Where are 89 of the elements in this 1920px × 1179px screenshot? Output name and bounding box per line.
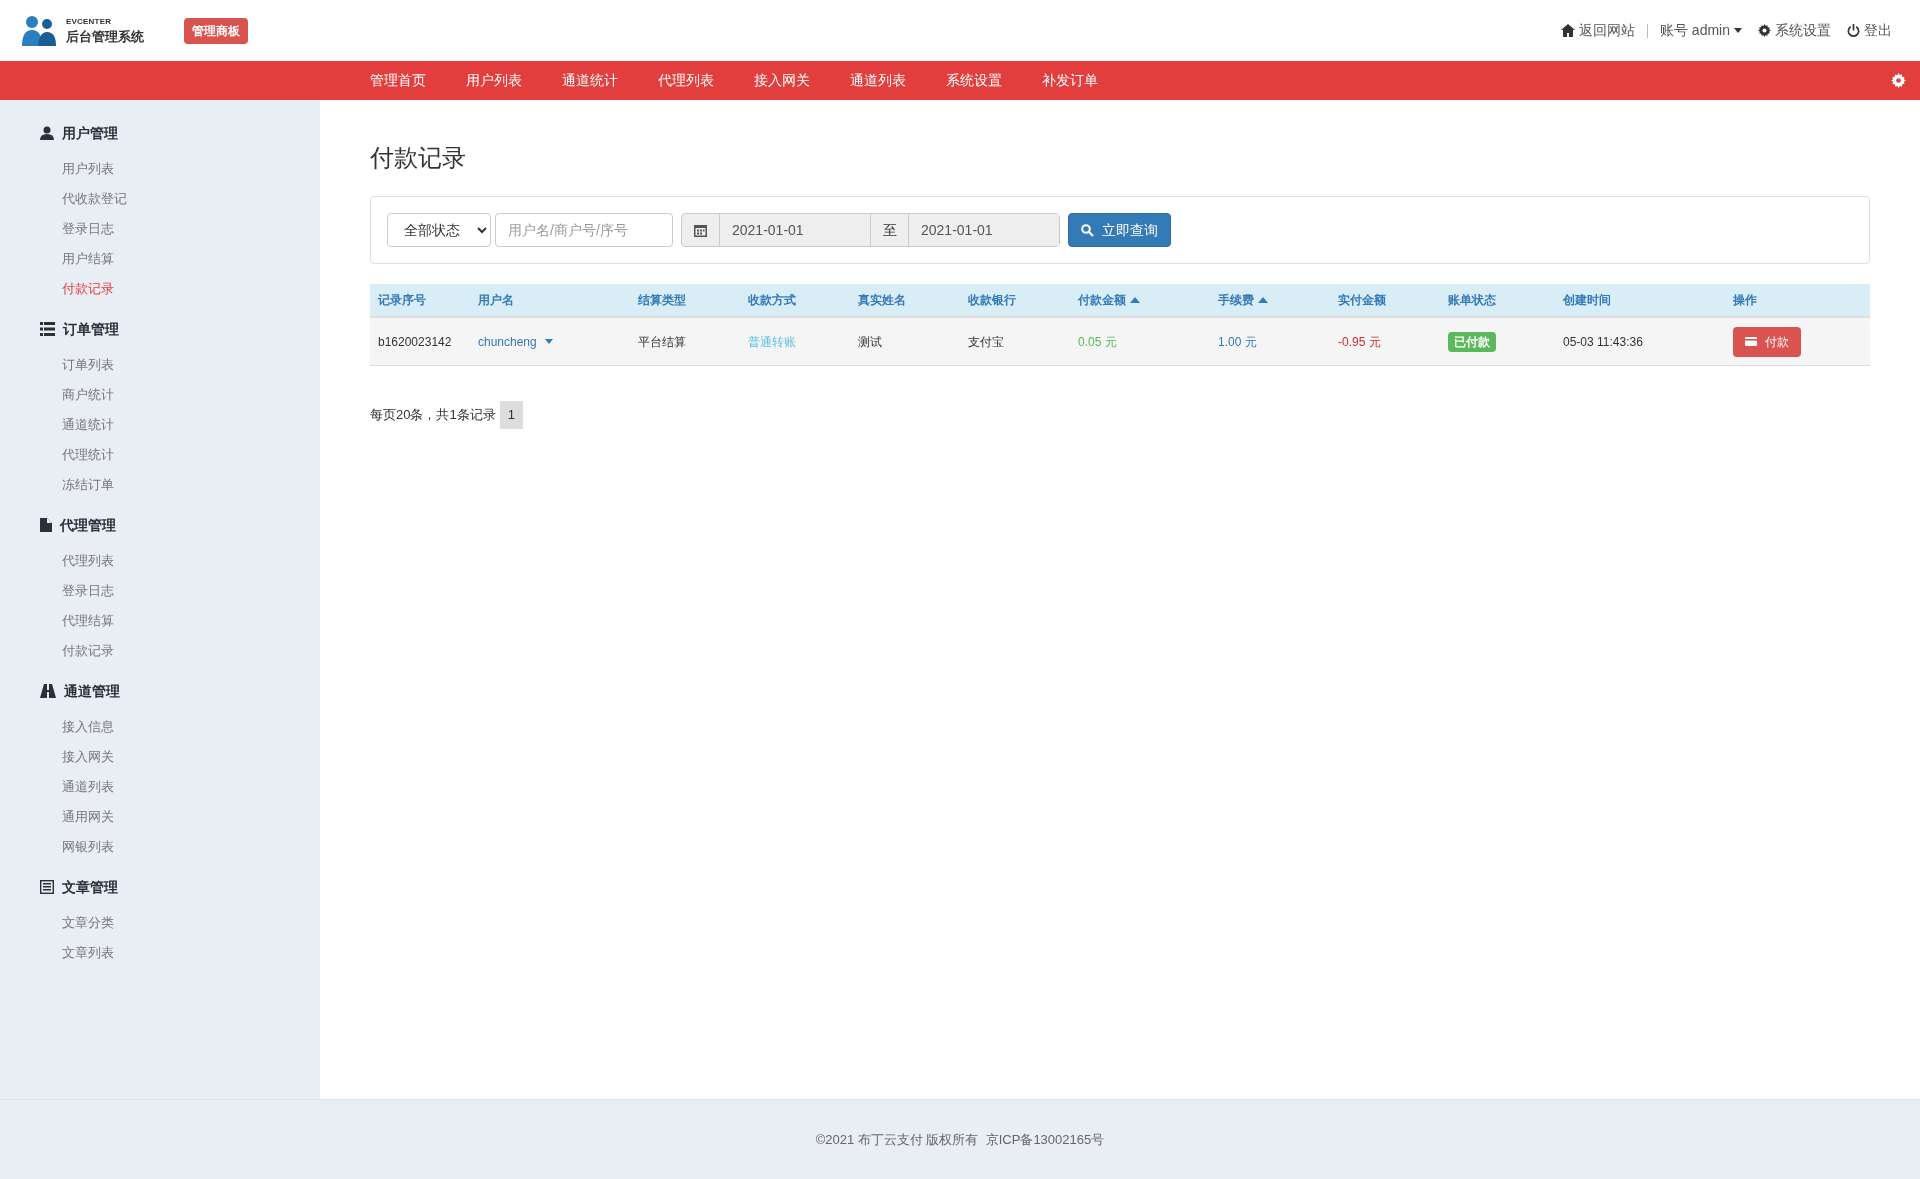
file-icon [40,518,52,532]
sidebar-item[interactable]: 通道统计 [0,410,320,440]
page-button[interactable]: 1 [499,401,523,429]
table-cell: 测试 [858,334,882,349]
sidebar-item[interactable]: 代收款登记 [0,184,320,214]
top-link[interactable]: 账号 admin [1651,20,1750,41]
search-icon [1081,223,1094,237]
sidebar-section-title: 代理管理 [60,515,116,535]
table-cell: 0.05 元 [1078,334,1117,349]
sidebar-item[interactable]: 登录日志 [0,576,320,606]
column-header: 创建时间 [1563,292,1611,309]
status-badge: 已付款 [1448,331,1496,352]
column-header[interactable]: 手续费 [1218,291,1268,309]
sidebar-item[interactable]: 代理统计 [0,440,320,470]
sort-ascending-icon [1130,297,1140,303]
search-button[interactable]: 立即查询 [1068,213,1171,247]
status-select[interactable]: 全部状态 [387,213,491,247]
sidebar-item[interactable]: 付款记录 [0,274,320,304]
column-header: 实付金额 [1338,292,1386,309]
sidebar-item[interactable]: 冻结订单 [0,470,320,500]
sidebar-item[interactable]: 登录日志 [0,214,320,244]
column-header: 结算类型 [638,292,686,309]
search-field[interactable]: 用户名/商户号/序号 [495,213,673,247]
sidebar-item[interactable]: 订单列表 [0,350,320,380]
nav-link[interactable]: 接入网关 [734,70,830,91]
sidebar-item[interactable]: 接入网关 [0,742,320,772]
column-header[interactable]: 付款金额 [1078,291,1140,309]
table-cell: 1.00 元 [1218,334,1257,349]
sidebar-item[interactable]: 通道列表 [0,772,320,802]
logo-icon [20,13,58,48]
power-icon [1847,24,1860,37]
sidebar-item[interactable]: 代理结算 [0,606,320,636]
calendar-icon [694,223,707,237]
table-cell: -0.95 元 [1338,334,1381,349]
date-range-field[interactable]: 2021-01-01 至 2021-01-01 [681,213,1060,247]
sidebar-section-title: 用户管理 [62,123,118,143]
column-header: 操作 [1733,292,1757,309]
top-link[interactable]: 登出 [1839,20,1900,41]
brand-tagline: EVCENTER [66,18,113,26]
sidebar-item[interactable]: 用户结算 [0,244,320,274]
table-cell: 05-03 11:43:36 [1563,334,1643,349]
settings-icon [1758,24,1771,37]
sidebar-item[interactable]: 文章列表 [0,938,320,968]
column-header: 真实姓名 [858,292,906,309]
document-icon [40,880,54,894]
sidebar-item[interactable]: 商户统计 [0,380,320,410]
settings-icon[interactable] [1891,73,1906,88]
username-link[interactable]: chuncheng [478,332,553,351]
table-cell: b1620023142 [378,334,452,349]
caret-icon [544,339,553,344]
nav-link[interactable]: 用户列表 [446,70,542,91]
panel-badge: 管理商板 [184,17,248,44]
nav-link[interactable]: 系统设置 [926,70,1022,91]
column-header: 记录序号 [378,292,426,309]
nav-link[interactable]: 通道列表 [830,70,926,91]
sidebar-item[interactable]: 用户列表 [0,154,320,184]
road-icon [40,684,56,698]
nav-link[interactable]: 代理列表 [638,70,734,91]
column-header: 收款银行 [968,292,1016,309]
sidebar-item[interactable]: 网银列表 [0,832,320,862]
sidebar-section-title: 订单管理 [63,319,119,339]
user-icon [40,126,54,140]
sidebar-item[interactable]: 通用网关 [0,802,320,832]
caret-icon [1734,28,1742,33]
sidebar-item[interactable]: 接入信息 [0,712,320,742]
pagination-summary: 每页20条，共1条记录 [370,406,496,424]
nav-link[interactable]: 补发订单 [1022,70,1118,91]
page-title: 付款记录 [370,143,467,173]
credit-card-icon [1745,337,1757,346]
list-icon [40,322,55,336]
top-link[interactable]: 系统设置 [1750,20,1839,41]
nav-link[interactable]: 通道统计 [542,70,638,91]
sidebar-section-title: 文章管理 [62,877,118,897]
sidebar-item[interactable]: 代理列表 [0,546,320,576]
brand-title: 后台管理系统 [66,30,144,43]
pay-button[interactable]: 付款 [1733,326,1801,357]
home-icon [1560,24,1575,37]
sidebar-item[interactable]: 付款记录 [0,636,320,666]
nav-link[interactable]: 管理首页 [350,70,446,91]
sort-ascending-icon [1258,297,1268,303]
column-header: 收款方式 [748,292,796,309]
sidebar-section-title: 通道管理 [64,681,120,701]
top-link[interactable]: 返回网站 [1552,20,1643,41]
column-header: 用户名 [478,292,514,309]
footer-copyright: ©2021 布丁云支付 版权所有 京ICP备13002165号 [815,1130,1105,1149]
column-header: 账单状态 [1448,292,1496,309]
table-cell: 平台结算 [638,334,686,349]
sidebar-item[interactable]: 文章分类 [0,908,320,938]
table-cell: 支付宝 [968,334,1004,349]
